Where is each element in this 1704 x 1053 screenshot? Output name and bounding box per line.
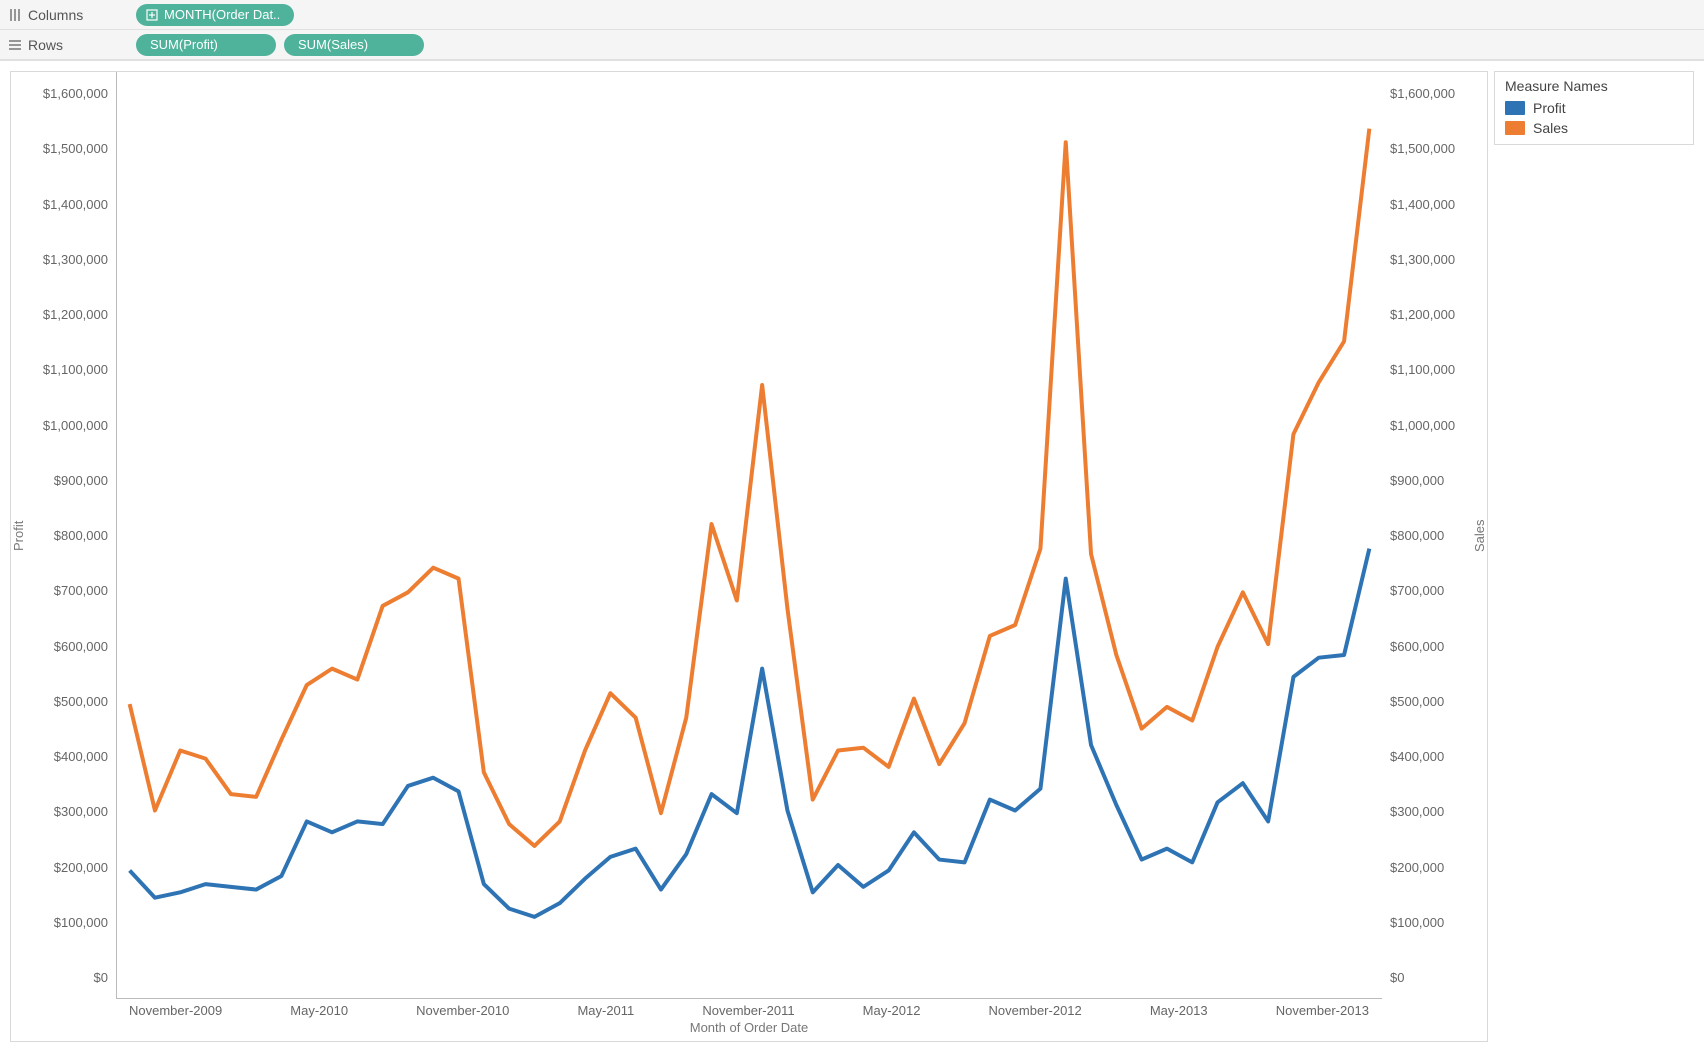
y-right-ticks: $1,600,000 $1,500,000 $1,400,000 $1,300,000… [1382, 72, 1472, 999]
x-tick: November-2011 [702, 1003, 794, 1018]
y2-tick: $800,000 [1390, 528, 1444, 543]
x-tick: May-2010 [290, 1003, 348, 1018]
y-tick: $1,500,000 [43, 141, 108, 156]
y-tick: $1,400,000 [43, 197, 108, 212]
y-axis-left-title: Profit [11, 72, 26, 999]
y-tick: $800,000 [54, 528, 108, 543]
y2-tick: $0 [1390, 970, 1404, 985]
legend-label: Sales [1533, 120, 1568, 136]
y2-tick: $700,000 [1390, 583, 1444, 598]
y-tick: $1,000,000 [43, 418, 108, 433]
y2-tick: $300,000 [1390, 804, 1444, 819]
y2-tick: $400,000 [1390, 749, 1444, 764]
columns-shelf-label: Columns [8, 7, 128, 23]
pill-label: MONTH(Order Dat.. [164, 7, 280, 22]
legend-title: Measure Names [1505, 78, 1683, 94]
pill-month-order-date[interactable]: MONTH(Order Dat.. [136, 4, 294, 26]
y2-tick: $500,000 [1390, 694, 1444, 709]
legend-panel: Measure Names Profit Sales [1494, 71, 1694, 1042]
y-tick: $100,000 [54, 915, 108, 930]
x-tick: November-2012 [989, 1003, 1082, 1018]
pill-sum-profit[interactable]: SUM(Profit) [136, 34, 276, 56]
columns-shelf[interactable]: Columns MONTH(Order Dat.. [0, 0, 1704, 30]
rows-shelf-label: Rows [8, 37, 128, 53]
y-tick: $600,000 [54, 639, 108, 654]
y-tick: $300,000 [54, 804, 108, 819]
line-profit[interactable] [130, 549, 1370, 917]
y-tick: $0 [94, 970, 108, 985]
x-tick: November-2010 [416, 1003, 509, 1018]
y2-tick: $1,000,000 [1390, 418, 1455, 433]
x-axis-title: Month of Order Date [119, 1018, 1379, 1041]
y-left-ticks: $1,600,000 $1,500,000 $1,400,000 $1,300,000… [26, 72, 116, 999]
x-label-row: Month of Order Date [11, 1018, 1487, 1041]
y2-tick: $1,500,000 [1390, 141, 1455, 156]
legend-item[interactable]: Sales [1505, 118, 1683, 138]
y-tick: $200,000 [54, 860, 108, 875]
pill-label: SUM(Profit) [150, 37, 218, 52]
columns-icon [8, 8, 22, 22]
legend-swatch [1505, 101, 1525, 115]
legend-box[interactable]: Measure Names Profit Sales [1494, 71, 1694, 145]
pill-sum-sales[interactable]: SUM(Sales) [284, 34, 424, 56]
y-tick: $900,000 [54, 473, 108, 488]
shelf-area: Columns MONTH(Order Dat.. Rows SUM(Profi… [0, 0, 1704, 61]
x-ticks: November-2009 May-2010 November-2010 May-20… [119, 999, 1379, 1018]
y2-tick: $1,600,000 [1390, 86, 1455, 101]
main-area: Profit $1,600,000$1,500,000$1,400,000$1,… [0, 61, 1704, 1052]
x-tick: November-2013 [1276, 1003, 1369, 1018]
y-axis-right-title: Sales [1472, 72, 1487, 999]
y2-tick: $900,000 [1390, 473, 1444, 488]
y-tick: $400,000 [54, 749, 108, 764]
y2-tick: $100,000 [1390, 915, 1444, 930]
y2-tick: $1,400,000 [1390, 197, 1455, 212]
x-tick: May-2011 [577, 1003, 634, 1018]
y2-tick: $600,000 [1390, 639, 1444, 654]
plot-row: Profit $1,600,000$1,500,000$1,400,000$1,… [11, 72, 1487, 999]
columns-label-text: Columns [28, 7, 83, 23]
y2-tick: $1,100,000 [1390, 362, 1455, 377]
x-tick: November-2009 [129, 1003, 222, 1018]
chart-panel: Profit $1,600,000$1,500,000$1,400,000$1,… [10, 71, 1488, 1042]
x-tick: May-2013 [1150, 1003, 1208, 1018]
expand-icon [146, 9, 158, 21]
x-ticks-row: November-2009 May-2010 November-2010 May-20… [11, 999, 1487, 1018]
y-tick: $500,000 [54, 694, 108, 709]
plot-svg [117, 72, 1382, 998]
y-tick: $1,100,000 [43, 362, 108, 377]
legend-item[interactable]: Profit [1505, 98, 1683, 118]
y-tick: $1,200,000 [43, 307, 108, 322]
y2-tick: $200,000 [1390, 860, 1444, 875]
plot-area[interactable] [116, 72, 1382, 999]
y-tick: $700,000 [54, 583, 108, 598]
y2-tick: $1,300,000 [1390, 252, 1455, 267]
y-tick: $1,600,000 [43, 86, 108, 101]
pill-label: SUM(Sales) [298, 37, 368, 52]
rows-label-text: Rows [28, 37, 63, 53]
legend-label: Profit [1533, 100, 1566, 116]
rows-shelf[interactable]: Rows SUM(Profit) SUM(Sales) [0, 30, 1704, 60]
legend-swatch [1505, 121, 1525, 135]
x-tick: May-2012 [863, 1003, 921, 1018]
y-tick: $1,300,000 [43, 252, 108, 267]
y2-tick: $1,200,000 [1390, 307, 1455, 322]
rows-icon [8, 38, 22, 52]
